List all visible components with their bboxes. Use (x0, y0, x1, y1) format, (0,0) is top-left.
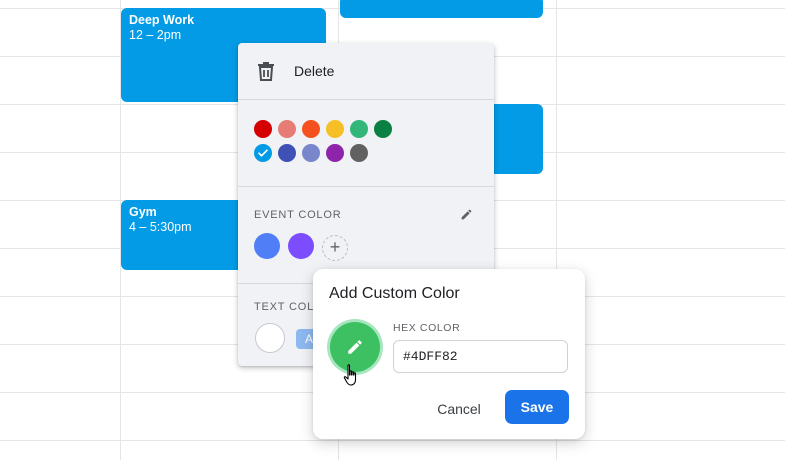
color-swatch-peacock[interactable] (254, 144, 272, 162)
event-time: 12 – 2pm (129, 28, 182, 42)
hand-cursor-icon (343, 364, 357, 386)
color-swatch-graphite[interactable] (350, 144, 368, 162)
color-swatch-banana[interactable] (326, 120, 344, 138)
color-swatch-tomato[interactable] (254, 120, 272, 138)
color-swatch-lavender[interactable] (302, 144, 320, 162)
hour-line (0, 440, 785, 441)
color-swatch-sage[interactable] (350, 120, 368, 138)
color-swatch-grape[interactable] (326, 144, 344, 162)
save-button[interactable]: Save (505, 390, 569, 424)
event-title: Deep Work (129, 13, 195, 27)
add-custom-color-dialog: Add Custom Color HEX COLOR #4DFF82 Cance… (313, 269, 585, 439)
color-swatch-flamingo[interactable] (278, 120, 296, 138)
color-swatch-basil[interactable] (374, 120, 392, 138)
color-swatch-blueberry[interactable] (278, 144, 296, 162)
checkmark-icon (258, 149, 268, 157)
event-block[interactable] (340, 0, 543, 18)
custom-event-color-swatch[interactable] (288, 233, 314, 259)
event-color-label: EVENT COLOR (254, 209, 342, 221)
edit-pencil-icon[interactable] (460, 208, 473, 221)
color-swatch-tangerine[interactable] (302, 120, 320, 138)
divider (238, 186, 494, 187)
delete-menu-item[interactable]: Delete (238, 43, 494, 99)
divider (238, 99, 494, 100)
dialog-title: Add Custom Color (329, 285, 460, 302)
trash-icon (258, 62, 274, 81)
cancel-button[interactable]: Cancel (429, 393, 489, 425)
pencil-icon (348, 340, 362, 354)
delete-label: Delete (294, 63, 335, 79)
custom-event-color-swatch[interactable] (254, 233, 280, 259)
add-color-button[interactable]: + (322, 235, 348, 261)
hex-color-input[interactable]: #4DFF82 (393, 340, 568, 373)
hex-color-label: HEX COLOR (393, 322, 461, 334)
text-color-white-swatch[interactable] (255, 323, 285, 353)
